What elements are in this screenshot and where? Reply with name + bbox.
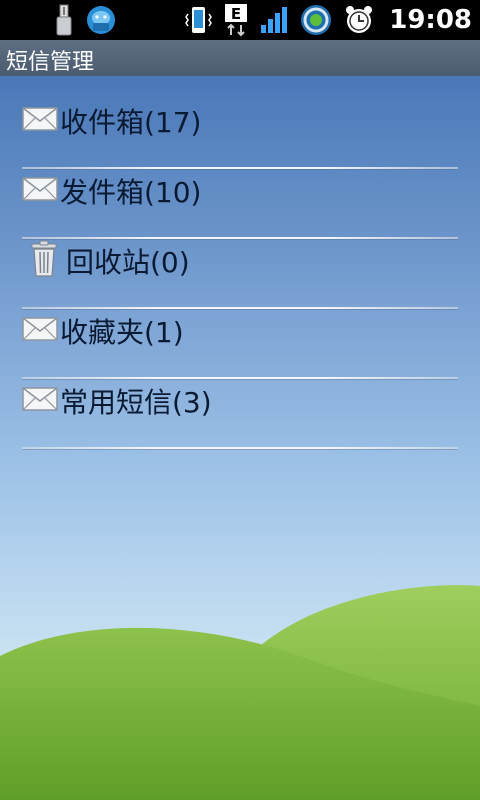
menu-item-recycle-bin[interactable]: 回收站(0) — [22, 226, 458, 296]
menu-item-inbox[interactable]: 收件箱(17) — [22, 86, 458, 156]
envelope-icon — [22, 105, 58, 137]
title-bar: 短信管理 — [0, 40, 480, 76]
usb-icon — [52, 3, 76, 37]
envelope-icon — [22, 385, 58, 417]
envelope-icon — [22, 315, 58, 347]
divider — [22, 447, 458, 449]
status-bar-right: E 19:08 — [183, 2, 472, 38]
alarm-icon — [343, 4, 375, 36]
vibrate-icon — [183, 4, 213, 36]
status-bar-left — [52, 2, 118, 38]
menu-item-label: 回收站(0) — [66, 246, 190, 279]
trash-icon — [30, 240, 58, 282]
page-title: 短信管理 — [6, 50, 95, 75]
menu-item-label: 收件箱(17) — [60, 106, 202, 139]
main-content: 收件箱(17) 发件箱(10) 回收站(0) 收藏夹(1) 常用短信(3) — [0, 76, 480, 800]
menu-item-favorites[interactable]: 收藏夹(1) — [22, 296, 458, 366]
menu-item-label: 发件箱(10) — [60, 176, 202, 209]
android-debug-icon — [84, 3, 118, 37]
status-bar: E 19:08 — [0, 0, 480, 40]
edge-data-icon: E — [223, 3, 249, 37]
sync-icon — [299, 3, 333, 37]
menu-item-outbox[interactable]: 发件箱(10) — [22, 156, 458, 226]
clock-time: 19:08 — [389, 5, 472, 35]
menu-item-label: 常用短信(3) — [60, 386, 212, 419]
signal-icon — [259, 5, 289, 35]
envelope-icon — [22, 175, 58, 207]
network-type-label: E — [231, 5, 241, 23]
menu-item-common-sms[interactable]: 常用短信(3) — [22, 366, 458, 436]
menu-item-label: 收藏夹(1) — [60, 316, 184, 349]
